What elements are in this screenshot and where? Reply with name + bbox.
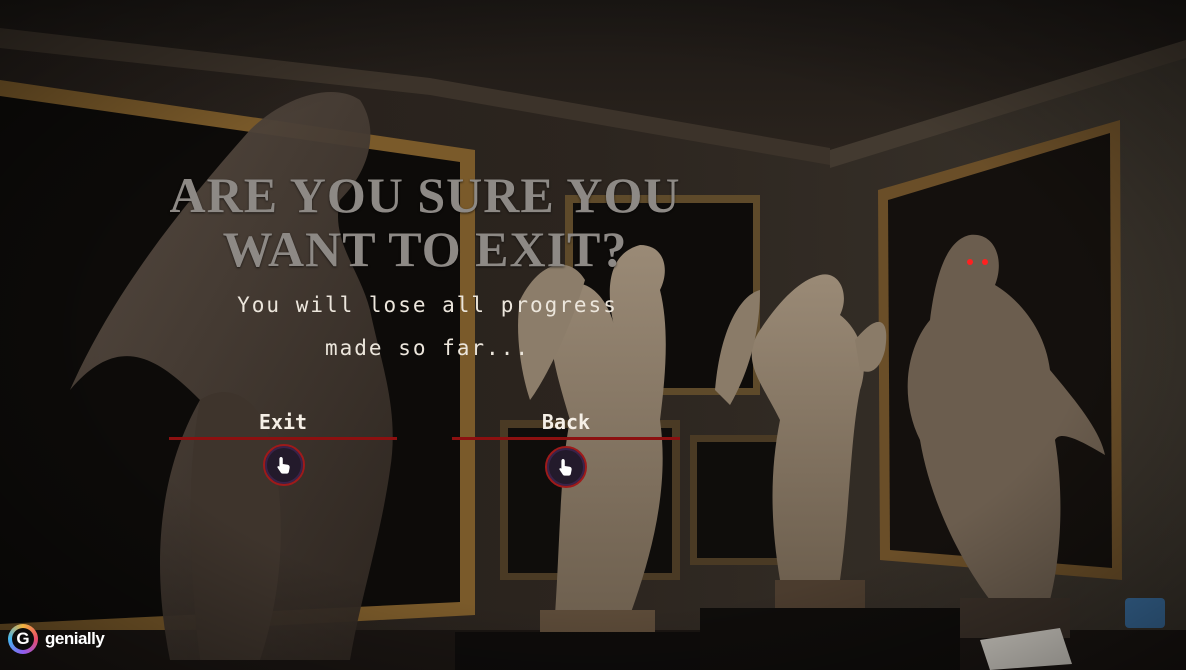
dialog-subtitle-line-2: made so far... [324,336,530,360]
hand-pointer-icon [559,459,572,476]
exit-button[interactable]: Exit [169,409,397,440]
dialog-title-line-1: ARE YOU SURE YOU [169,167,681,223]
dialog-title-line-2: WANT TO EXIT? [222,221,628,277]
exit-button-label: Exit [169,409,397,440]
dialog-subtitle-line-1: You will lose all progress [237,293,618,317]
back-button-label: Back [452,409,680,440]
exit-hotspot-button[interactable] [263,444,305,486]
back-button[interactable]: Back [452,409,680,440]
genially-logo-icon: G [8,624,38,654]
hand-pointer-icon [277,457,290,474]
back-hotspot-button[interactable] [545,446,587,488]
genially-logo-text: genially [45,629,105,648]
dialog-subtitle: You will lose all progress made so far..… [150,284,705,370]
dialog-title: ARE YOU SURE YOU WANT TO EXIT? [140,168,710,276]
